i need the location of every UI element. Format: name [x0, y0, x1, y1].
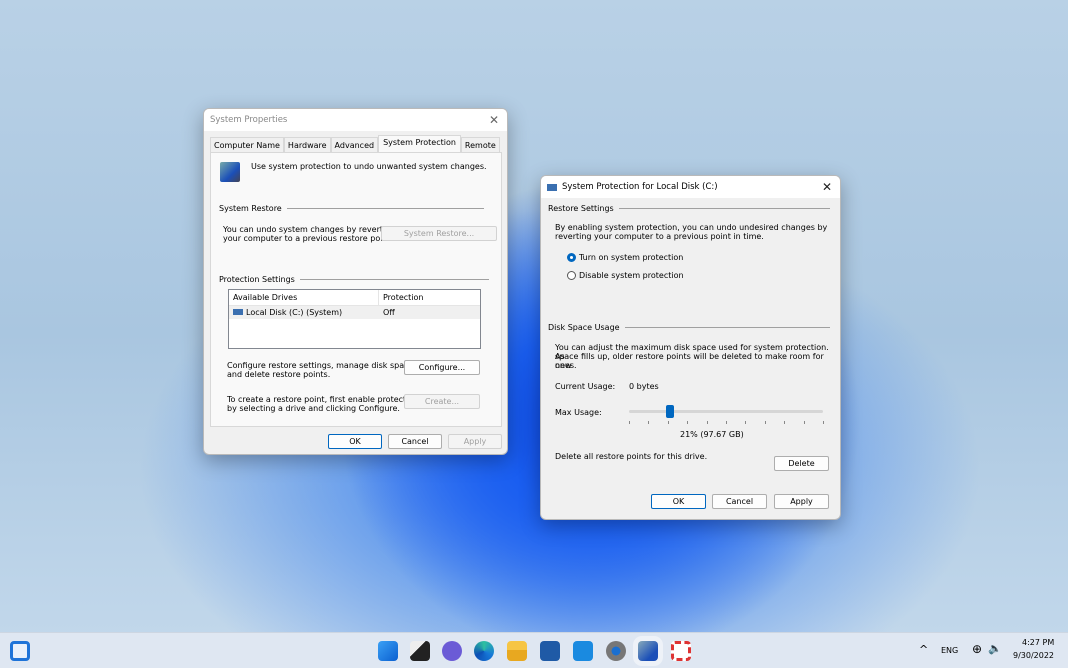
tab-strip: Computer Name Hardware Advanced System P…: [210, 135, 500, 153]
slider-tick: [706, 421, 708, 424]
max-usage-value: 21% (97.67 GB): [680, 430, 744, 439]
slider-tick: [823, 421, 824, 424]
mail-icon[interactable]: [573, 641, 593, 661]
create-button[interactable]: Create...: [404, 394, 480, 409]
slider-tick: [687, 421, 689, 424]
intro-text: Use system protection to undo unwanted s…: [251, 162, 487, 171]
clock-time[interactable]: 4:27 PM: [1022, 638, 1054, 647]
slider-thumb[interactable]: [665, 405, 674, 418]
radio-turn-on[interactable]: Turn on system protection: [567, 253, 683, 262]
system-protection-icon: [220, 162, 240, 182]
radio-label: Disable system protection: [579, 271, 684, 280]
slider-tick: [764, 421, 766, 424]
cancel-button[interactable]: Cancel: [712, 494, 767, 509]
edge-icon[interactable]: [474, 641, 494, 661]
slider-tick: [726, 421, 727, 424]
slider-track: [629, 410, 823, 413]
apply-button[interactable]: Apply: [774, 494, 829, 509]
create-text: To create a restore point, first enable …: [227, 395, 419, 404]
drive-protection: Off: [383, 308, 395, 317]
tab-remote[interactable]: Remote: [460, 137, 500, 153]
max-usage-slider[interactable]: [629, 402, 824, 426]
tab-computer-name[interactable]: Computer Name: [210, 137, 284, 153]
window-title: System Properties: [210, 115, 288, 125]
start-icon[interactable]: [378, 641, 398, 661]
group-label: System Restore: [219, 204, 282, 213]
clock-date[interactable]: 9/30/2022: [1013, 651, 1054, 660]
current-usage-label: Current Usage:: [555, 382, 616, 391]
protection-settings-group: Protection Settings: [219, 275, 489, 284]
ok-button[interactable]: OK: [328, 434, 382, 449]
title-bar: System Properties: [204, 109, 507, 131]
system-properties-window: System Properties ✕ Computer Name Hardwa…: [203, 108, 508, 455]
chat-icon[interactable]: [442, 641, 462, 661]
slider-tick: [667, 421, 669, 424]
group-label: Restore Settings: [548, 204, 614, 213]
chevron-up-icon[interactable]: ^: [919, 643, 928, 656]
system-restore-group: System Restore: [219, 204, 484, 213]
close-icon[interactable]: ✕: [822, 180, 832, 194]
slider-tick: [745, 421, 747, 424]
window-title: System Protection for Local Disk (C:): [562, 182, 718, 192]
radio-label: Turn on system protection: [579, 253, 684, 262]
configure-button[interactable]: Configure...: [404, 360, 480, 375]
slider-tick: [648, 421, 650, 424]
slider-tick: [629, 421, 630, 424]
slider-ticks: [629, 421, 824, 424]
radio-unchecked-icon: [567, 271, 576, 280]
group-label: Protection Settings: [219, 275, 295, 284]
drive-icon: [233, 309, 243, 315]
snipping-tool-icon[interactable]: [671, 641, 691, 661]
tab-hardware[interactable]: Hardware: [283, 137, 331, 153]
table-row[interactable]: Local Disk (C:) (System) Off: [229, 306, 480, 319]
store-icon[interactable]: [540, 641, 560, 661]
close-icon[interactable]: ✕: [489, 113, 499, 127]
restore-text: reverting your computer to a previous po…: [555, 232, 764, 241]
restore-text: your computer to a previous restore poin…: [223, 234, 394, 243]
create-text: by selecting a drive and clicking Config…: [227, 404, 400, 413]
max-usage-label: Max Usage:: [555, 408, 602, 417]
language-indicator[interactable]: ENG: [941, 646, 958, 655]
disk-space-group: Disk Space Usage: [548, 323, 830, 332]
drives-list[interactable]: Available Drives Protection Local Disk (…: [228, 289, 481, 349]
task-view-icon[interactable]: [410, 641, 430, 661]
configure-text: and delete restore points.: [227, 370, 331, 379]
drive-name: Local Disk (C:) (System): [246, 308, 343, 317]
taskbar: ^ ENG ⊕ 🔈 4:27 PM 9/30/2022: [0, 632, 1068, 668]
ok-button[interactable]: OK: [651, 494, 706, 509]
current-usage-value: 0 bytes: [629, 382, 659, 391]
system-protection-dialog: System Protection for Local Disk (C:) ✕ …: [540, 175, 841, 520]
settings-icon[interactable]: [606, 641, 626, 661]
delete-text: Delete all restore points for this drive…: [555, 452, 708, 461]
tab-system-protection[interactable]: System Protection: [378, 135, 461, 153]
system-properties-icon[interactable]: [638, 641, 658, 661]
slider-tick: [784, 421, 786, 424]
system-restore-button[interactable]: System Restore...: [381, 226, 497, 241]
disk-text: ones.: [555, 361, 577, 370]
restore-settings-group: Restore Settings: [548, 204, 830, 213]
configure-text: Configure restore settings, manage disk …: [227, 361, 416, 370]
delete-button[interactable]: Delete: [774, 456, 829, 471]
drive-icon: [547, 183, 557, 191]
restore-text: You can undo system changes by reverting: [223, 225, 396, 234]
volume-icon[interactable]: 🔈: [988, 642, 1002, 655]
column-header-drives[interactable]: Available Drives: [229, 290, 379, 305]
list-header: Available Drives Protection: [229, 290, 480, 306]
radio-checked-icon: [567, 253, 576, 262]
title-bar: System Protection for Local Disk (C:): [541, 176, 840, 198]
cancel-button[interactable]: Cancel: [388, 434, 442, 449]
radio-disable[interactable]: Disable system protection: [567, 271, 684, 280]
disk-text: space fills up, older restore points wil…: [555, 352, 824, 370]
network-icon[interactable]: ⊕: [972, 642, 982, 656]
file-explorer-icon[interactable]: [507, 641, 527, 661]
tab-panel: Use system protection to undo unwanted s…: [210, 152, 502, 427]
group-label: Disk Space Usage: [548, 323, 620, 332]
restore-text: By enabling system protection, you can u…: [555, 223, 828, 232]
column-header-protection[interactable]: Protection: [379, 290, 423, 305]
tab-advanced[interactable]: Advanced: [330, 137, 379, 153]
apply-button[interactable]: Apply: [448, 434, 502, 449]
widgets-icon[interactable]: [10, 641, 30, 661]
slider-tick: [803, 421, 805, 424]
